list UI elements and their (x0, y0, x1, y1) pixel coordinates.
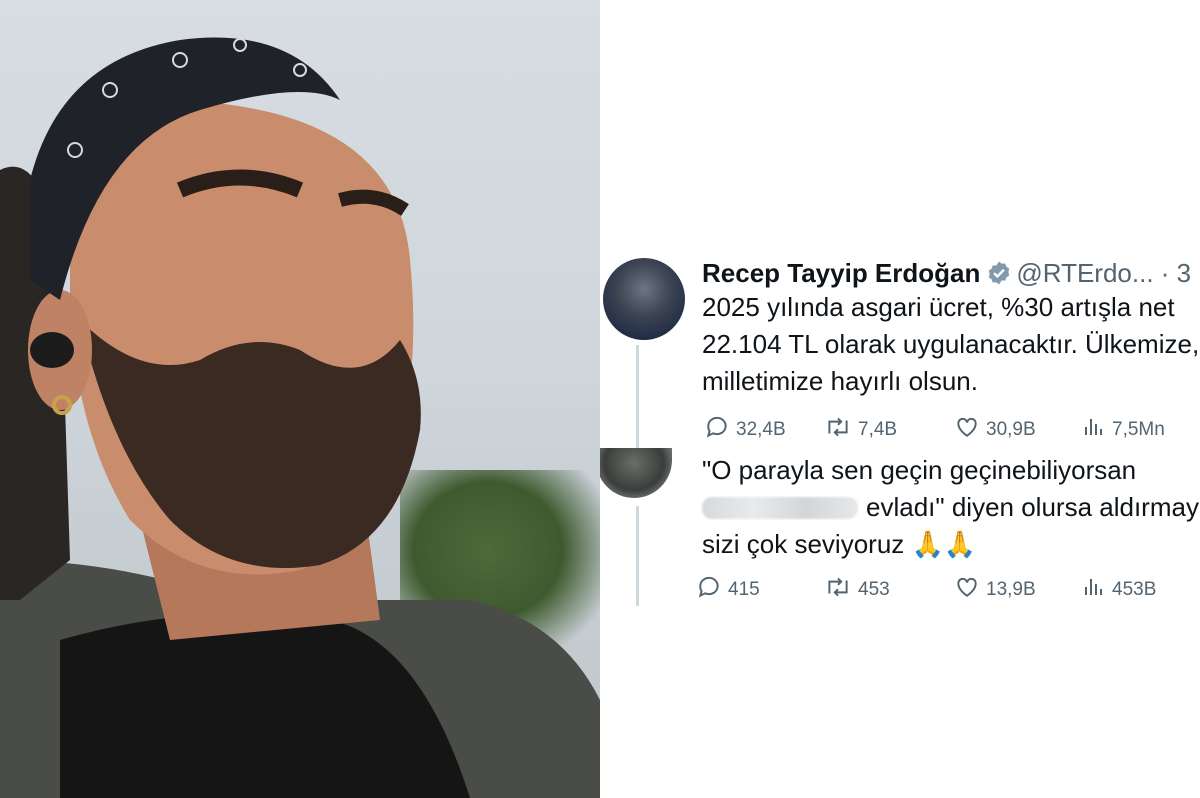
repost-button[interactable]: 7,4B (824, 415, 897, 445)
tweet-text: 2025 yılında asgari ücret, %30 artışla n… (702, 289, 1199, 400)
reply-count: 415 (728, 579, 760, 600)
views-bar-icon (1082, 414, 1112, 446)
author-avatar[interactable] (603, 258, 685, 340)
reply-text-line: "O parayla sen geçin geçinebiliyorsan (702, 455, 1137, 485)
reply-author-avatar[interactable] (600, 448, 672, 498)
like-button[interactable]: 30,9B (954, 415, 1036, 445)
tweet-text-line: 22.104 TL olarak uygulanacaktır. Ülkemiz… (702, 329, 1200, 359)
profile-photo (0, 0, 600, 798)
thread-connector (636, 345, 639, 453)
repost-count: 7,4B (858, 419, 898, 440)
reply-count: 32,4B (736, 419, 786, 440)
reply-bubble-icon (704, 414, 736, 446)
tweet-thread: Recep Tayyip Erdoğan @RTErdo... · 3 2025 … (600, 0, 1200, 798)
repost-button[interactable]: 453 (824, 575, 890, 605)
author-handle[interactable]: @RTErdo... · 3 (1016, 258, 1191, 288)
views-count: 7,5Mn (1112, 419, 1165, 440)
reply-button[interactable]: 415 (696, 575, 760, 605)
reply-text-line: sizi çok seviyoruz 🙏🙏 (702, 529, 977, 559)
views-bar-icon (1082, 574, 1112, 606)
views-button[interactable]: 7,5Mn (1082, 415, 1165, 445)
reply-text: "O parayla sen geçin geçinebiliyorsan ev… (702, 452, 1200, 563)
thread-connector (636, 506, 639, 606)
tweet-text-line: milletimize hayırlı olsun. (702, 366, 978, 396)
like-button[interactable]: 13,9B (954, 575, 1036, 605)
like-count: 13,9B (986, 579, 1036, 600)
repost-icon (824, 574, 858, 606)
heart-icon (954, 574, 986, 606)
tweet-header: Recep Tayyip Erdoğan @RTErdo... · 3 (702, 257, 1191, 293)
repost-icon (824, 414, 858, 446)
redacted-word (702, 497, 858, 519)
tweet-text-line: 2025 yılında asgari ücret, %30 artışla n… (702, 292, 1175, 322)
person-illustration (0, 37, 600, 798)
reply-button[interactable]: 32,4B (704, 415, 786, 445)
views-button[interactable]: 453B (1082, 575, 1156, 605)
repost-count: 453 (858, 579, 890, 600)
like-count: 30,9B (986, 419, 1036, 440)
reply-bubble-icon (696, 574, 728, 606)
author-name[interactable]: Recep Tayyip Erdoğan (702, 258, 980, 288)
reply-text-line: evladı" diyen olursa aldırmayın (702, 489, 1200, 526)
heart-icon (954, 414, 986, 446)
views-count: 453B (1112, 579, 1157, 600)
